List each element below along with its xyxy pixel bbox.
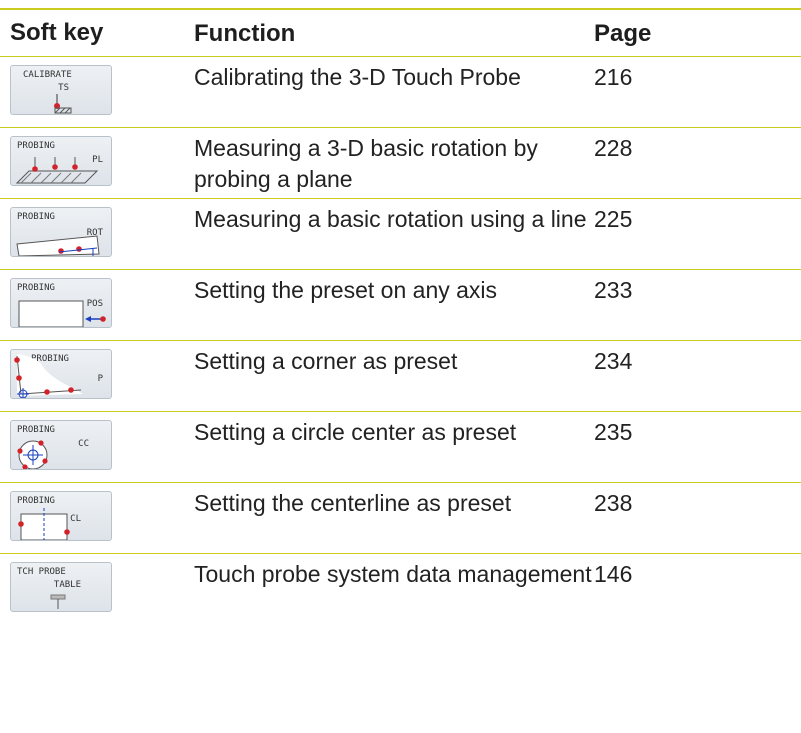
table-row: PROBING CL Setting the centerline as pre…: [0, 483, 801, 554]
circle-probe-icon: [17, 440, 48, 469]
table-row: PROBING CC Setting a circle center as pr…: [0, 412, 801, 483]
header-page: Page: [594, 19, 652, 47]
rotation-probe-icon: [16, 235, 100, 256]
probing-pos-softkey[interactable]: PROBING POS: [10, 278, 112, 328]
table-row: TCH PROBE TABLE Touch probe system data …: [0, 554, 801, 625]
centerline-probe-icon: [18, 508, 70, 540]
header-function: Function: [194, 19, 296, 47]
probing-p-softkey[interactable]: PROBING P: [10, 349, 112, 399]
table-row: PROBING ROT Measuring a basic rotation u…: [0, 199, 801, 270]
page-number: 234: [594, 348, 633, 374]
function-text: Setting the preset on any axis: [194, 277, 498, 303]
table-row: PROBING PL Measuring a 3-D basic rotatio…: [0, 128, 801, 199]
tch-probe-table-softkey[interactable]: TCH PROBE TABLE: [10, 562, 112, 612]
calibrate-icon: [54, 94, 72, 114]
function-text: Setting the centerline as preset: [194, 490, 512, 516]
function-text: Measuring a 3-D basic rotation by probin…: [194, 135, 538, 192]
probing-cc-softkey[interactable]: PROBING CC: [10, 420, 112, 470]
function-text: Setting a circle center as preset: [194, 419, 517, 445]
calibrate-ts-softkey[interactable]: CALIBRATE TS: [10, 65, 112, 115]
probing-cl-softkey[interactable]: PROBING CL: [10, 491, 112, 541]
axis-probe-icon: [18, 300, 106, 327]
header-softkey: Soft key: [10, 19, 104, 46]
probing-rot-softkey[interactable]: PROBING ROT: [10, 207, 112, 257]
page-number: 233: [594, 277, 633, 303]
softkey-table: Soft key Function Page CALIBRATE TS Cali…: [0, 8, 801, 625]
table-row: CALIBRATE TS Calibrating the 3-D Touch P…: [0, 57, 801, 128]
page-number: 235: [594, 419, 633, 445]
function-text: Calibrating the 3-D Touch Probe: [194, 64, 521, 90]
page-number: 228: [594, 135, 633, 161]
table-row: PROBING P Setting a corner as preset 234: [0, 341, 801, 412]
probe-table-icon: [50, 594, 66, 609]
function-text: Touch probe system data management: [194, 561, 592, 587]
page-number: 216: [594, 64, 633, 90]
page-number: 238: [594, 490, 633, 516]
function-text: Setting a corner as preset: [194, 348, 458, 374]
table-row: PROBING POS Setting the preset on any ax…: [0, 270, 801, 341]
probing-pl-softkey[interactable]: PROBING PL: [10, 136, 112, 186]
page-number: 146: [594, 561, 633, 587]
corner-probe-icon: [14, 354, 83, 398]
plane-probe-icon: [15, 157, 99, 184]
function-text: Measuring a basic rotation using a line: [194, 206, 587, 232]
page-number: 225: [594, 206, 633, 232]
table-header: Soft key Function Page: [0, 10, 801, 56]
